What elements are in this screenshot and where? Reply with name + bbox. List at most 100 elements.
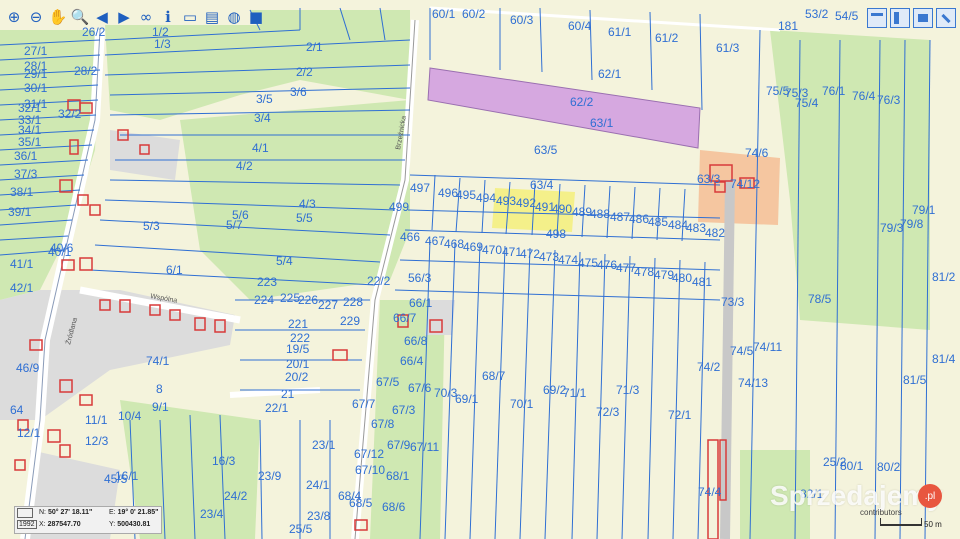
- coords-system[interactable]: 1992: [17, 520, 37, 529]
- parcel-label[interactable]: 79/1: [912, 203, 936, 217]
- parcel-label[interactable]: 40/6: [50, 241, 74, 255]
- parcel-label[interactable]: 487: [610, 210, 630, 224]
- parcel-label[interactable]: 23/8: [307, 509, 331, 523]
- parcel-label[interactable]: 61/1: [608, 25, 632, 39]
- forward-icon[interactable]: ▶: [114, 6, 134, 28]
- panel-close-icon[interactable]: [936, 8, 956, 28]
- parcel-label[interactable]: 46/9: [16, 361, 40, 375]
- parcel-label[interactable]: 60/4: [568, 19, 592, 33]
- globe-icon[interactable]: ◍: [224, 6, 244, 28]
- parcel-label[interactable]: 229: [340, 314, 360, 328]
- parcel-label[interactable]: 483: [686, 221, 706, 235]
- parcel-label[interactable]: 68/1: [386, 469, 410, 483]
- parcel-label[interactable]: 39/1: [8, 205, 32, 219]
- parcel-label[interactable]: 68/7: [482, 369, 506, 383]
- parcel-label[interactable]: 63/1: [590, 116, 614, 130]
- parcel-label[interactable]: 3/6: [290, 85, 307, 99]
- parcel-label[interactable]: 74/5: [730, 344, 754, 358]
- parcel-label[interactable]: 6/1: [166, 263, 183, 277]
- parcel-label[interactable]: 5/7: [226, 218, 243, 232]
- parcel-label[interactable]: 468: [444, 237, 464, 251]
- parcel-label[interactable]: 81/2: [932, 270, 956, 284]
- parcel-label[interactable]: 32/2: [58, 107, 82, 121]
- parcel-label[interactable]: 74/12: [730, 177, 760, 191]
- parcel-label[interactable]: 67/8: [371, 417, 395, 431]
- parcel-label[interactable]: 70/1: [510, 397, 534, 411]
- parcel-label[interactable]: 9/1: [152, 400, 169, 414]
- parcel-label[interactable]: 16/1: [115, 469, 139, 483]
- parcel-label[interactable]: 494: [476, 191, 496, 205]
- parcel-label[interactable]: 23/4: [200, 507, 224, 521]
- parcel-label[interactable]: 66/4: [400, 354, 424, 368]
- parcel-label[interactable]: 61/2: [655, 31, 679, 45]
- camera-icon[interactable]: ■: [246, 6, 266, 28]
- panel-left-icon[interactable]: [890, 8, 910, 28]
- parcel-label[interactable]: 76/3: [877, 93, 901, 107]
- parcel-label[interactable]: 481: [692, 275, 712, 289]
- parcel-label[interactable]: 67/5: [376, 375, 400, 389]
- parcel-label[interactable]: 62/1: [598, 67, 622, 81]
- parcel-label[interactable]: 67/6: [408, 381, 432, 395]
- parcel-label[interactable]: 16/3: [212, 454, 236, 468]
- parcel-label[interactable]: 60/1: [432, 7, 456, 21]
- parcel-label[interactable]: 12/1: [17, 426, 41, 440]
- parcel-label[interactable]: 69/1: [455, 392, 479, 406]
- parcel-label[interactable]: 38/1: [10, 185, 34, 199]
- parcel-label[interactable]: 499: [389, 200, 409, 214]
- parcel-label[interactable]: 23/9: [258, 469, 282, 483]
- parcel-label[interactable]: 469: [463, 240, 483, 254]
- parcel-label[interactable]: 227: [318, 298, 338, 312]
- parcel-label[interactable]: 81/4: [932, 352, 956, 366]
- parcel-label[interactable]: 74/2: [697, 360, 721, 374]
- parcel-label[interactable]: 490: [552, 202, 572, 216]
- parcel-label[interactable]: 224: [254, 293, 274, 307]
- parcel-label[interactable]: 5/5: [296, 211, 313, 225]
- parcel-label[interactable]: 476: [597, 258, 617, 272]
- parcel-label[interactable]: 498: [546, 227, 566, 241]
- parcel-label[interactable]: 11/1: [85, 413, 108, 427]
- cadastral-map[interactable]: 60/1 60/2 60/3 60/4 61/1 61/2 61/3 62/1 62/2 63/1…: [0, 0, 960, 539]
- parcel-label[interactable]: 36/1: [14, 149, 38, 163]
- parcel-label[interactable]: 73/3: [721, 295, 745, 309]
- back-icon[interactable]: ◀: [92, 6, 112, 28]
- parcel-label[interactable]: 472: [520, 247, 540, 261]
- parcel-label[interactable]: 4/1: [252, 141, 269, 155]
- parcel-label[interactable]: 8: [156, 382, 163, 396]
- pan-hand-icon[interactable]: ✋: [48, 6, 68, 28]
- parcel-label[interactable]: 68/5: [349, 496, 373, 510]
- parcel-label[interactable]: 62/2: [570, 95, 594, 109]
- parcel-label[interactable]: 67/12: [354, 447, 384, 461]
- parcel-label[interactable]: 28/2: [74, 64, 98, 78]
- parcel-label[interactable]: 5/4: [276, 254, 293, 268]
- parcel-label[interactable]: 485: [648, 215, 668, 229]
- info-icon[interactable]: ℹ: [158, 6, 178, 28]
- parcel-label[interactable]: 27/1: [24, 44, 48, 58]
- parcel-label[interactable]: 56/3: [408, 271, 432, 285]
- parcel-label[interactable]: 61/3: [716, 41, 740, 55]
- parcel-label[interactable]: 78/5: [808, 292, 832, 306]
- parcel-label[interactable]: 68/6: [382, 500, 406, 514]
- parcel-label[interactable]: 71/1: [563, 386, 587, 400]
- parcel-label[interactable]: 76/1: [822, 84, 846, 98]
- parcel-label[interactable]: 81/5: [903, 373, 927, 387]
- parcel-label[interactable]: 2/1: [306, 40, 323, 54]
- parcel-label[interactable]: 63/4: [530, 178, 554, 192]
- parcel-label[interactable]: 74/1: [146, 354, 170, 368]
- parcel-label[interactable]: 19/5: [286, 342, 310, 356]
- parcel-label[interactable]: 72/3: [596, 405, 620, 419]
- parcel-label[interactable]: 20/1: [286, 357, 310, 371]
- parcel-label[interactable]: 480: [672, 271, 692, 285]
- parcel-label[interactable]: 80/1: [840, 459, 864, 473]
- parcel-label[interactable]: 79/8: [900, 217, 924, 231]
- parcel-label[interactable]: 21: [281, 387, 295, 401]
- coords-toggle[interactable]: [17, 508, 33, 518]
- parcel-label[interactable]: 35/1: [18, 135, 42, 149]
- parcel-label[interactable]: 53/2: [805, 7, 829, 21]
- parcel-label[interactable]: 30/1: [24, 81, 48, 95]
- parcel-label[interactable]: 67/9: [387, 438, 411, 452]
- parcel-label[interactable]: 66/1: [409, 296, 433, 310]
- parcel-label[interactable]: 2/2: [296, 65, 313, 79]
- parcel-label[interactable]: 488: [590, 207, 610, 221]
- parcel-label[interactable]: 63/5: [534, 143, 558, 157]
- parcel-label[interactable]: 12/3: [85, 434, 109, 448]
